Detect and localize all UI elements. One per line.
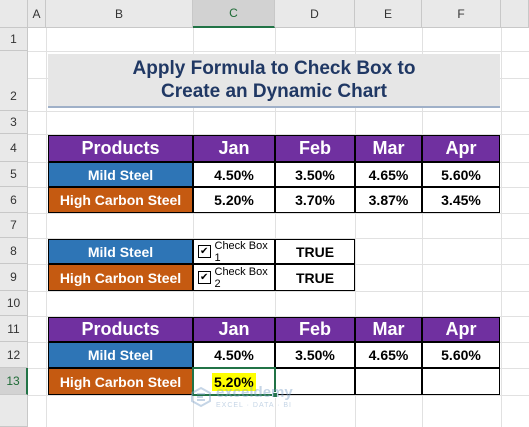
row-label-mild-steel[interactable]: Mild Steel xyxy=(48,162,193,187)
table-cell[interactable]: 4.50% xyxy=(193,162,275,187)
table-cell[interactable]: 3.50% xyxy=(275,342,355,368)
row-header-3[interactable]: 3 xyxy=(0,111,28,134)
table-cell[interactable]: 3.70% xyxy=(275,187,355,213)
table-header-jan[interactable]: Jan xyxy=(193,135,275,162)
select-all-corner[interactable] xyxy=(0,0,28,28)
row-header-1[interactable]: 1 xyxy=(0,28,28,51)
title-line-2: Create an Dynamic Chart xyxy=(161,81,387,102)
table-cell[interactable]: 5.60% xyxy=(422,342,500,368)
row-header-12[interactable]: 12 xyxy=(0,342,28,368)
row-header-7[interactable]: 7 xyxy=(0,213,28,238)
row-label-high-carbon-steel[interactable]: High Carbon Steel xyxy=(48,187,193,213)
table-cell[interactable]: 3.87% xyxy=(355,187,422,213)
table-header-products[interactable]: Products xyxy=(48,135,193,162)
row-header-13[interactable]: 13 xyxy=(0,368,28,395)
column-header-d[interactable]: D xyxy=(275,0,355,28)
linked-cell-value[interactable]: TRUE xyxy=(275,264,355,291)
table-header-mar[interactable]: Mar xyxy=(355,317,422,342)
watermark: exceldemy EXCEL · DATA · BI xyxy=(190,380,370,414)
column-header-e[interactable]: E xyxy=(355,0,422,28)
sheet-title[interactable]: Apply Formula to Check Box to Create an … xyxy=(48,54,500,108)
watermark-name: exceldemy xyxy=(216,384,293,401)
table-header-mar[interactable]: Mar xyxy=(355,135,422,162)
row-header-2[interactable]: 2 xyxy=(0,51,28,111)
table-header-products[interactable]: Products xyxy=(48,317,193,342)
column-header-c[interactable]: C xyxy=(193,0,275,28)
table-cell[interactable]: 4.50% xyxy=(193,342,275,368)
table-header-apr[interactable]: Apr xyxy=(422,135,500,162)
checkbox-row-label-mild-steel[interactable]: Mild Steel xyxy=(48,239,193,264)
table-cell[interactable]: 4.65% xyxy=(355,342,422,368)
check-box-2-caption: Check Box 2 xyxy=(214,265,268,290)
row-header-8[interactable]: 8 xyxy=(0,238,28,264)
row-header-4[interactable]: 4 xyxy=(0,134,28,162)
row-header-10[interactable]: 10 xyxy=(0,291,28,316)
row-label-high-carbon-steel[interactable]: High Carbon Steel xyxy=(48,368,193,395)
table-cell[interactable]: 5.20% xyxy=(193,187,275,213)
table-cell[interactable]: 4.65% xyxy=(355,162,422,187)
column-header-blank xyxy=(501,0,529,28)
watermark-tagline: EXCEL · DATA · BI xyxy=(216,402,292,409)
row-header-5[interactable]: 5 xyxy=(0,162,28,187)
table-cell[interactable]: 3.45% xyxy=(422,187,500,213)
row-header-14 xyxy=(0,395,28,427)
column-header-a[interactable]: A xyxy=(28,0,46,28)
row-label-mild-steel[interactable]: Mild Steel xyxy=(48,342,193,368)
column-header-f[interactable]: F xyxy=(422,0,501,28)
row-header-6[interactable]: 6 xyxy=(0,187,28,213)
title-line-1: Apply Formula to Check Box to xyxy=(132,58,416,79)
row-header-11[interactable]: 11 xyxy=(0,316,28,342)
row-header-9[interactable]: 9 xyxy=(0,264,28,291)
exceldemy-logo-icon xyxy=(191,386,211,408)
table-header-feb[interactable]: Feb xyxy=(275,317,355,342)
checkbox-checked-icon[interactable]: ✔ xyxy=(198,245,211,258)
checkbox-checked-icon[interactable]: ✔ xyxy=(198,271,211,284)
linked-cell-value[interactable]: TRUE xyxy=(275,239,355,264)
table-cell[interactable]: 3.50% xyxy=(275,162,355,187)
table-header-apr[interactable]: Apr xyxy=(422,317,500,342)
check-box-1[interactable]: ✔ Check Box 1 xyxy=(193,239,275,264)
table-header-jan[interactable]: Jan xyxy=(193,317,275,342)
table-cell[interactable]: 5.60% xyxy=(422,162,500,187)
table-header-feb[interactable]: Feb xyxy=(275,135,355,162)
column-header-b[interactable]: B xyxy=(46,0,193,28)
table-cell[interactable] xyxy=(422,368,500,395)
checkbox-row-label-high-carbon-steel[interactable]: High Carbon Steel xyxy=(48,264,193,291)
check-box-1-caption: Check Box 1 xyxy=(214,239,268,264)
check-box-2[interactable]: ✔ Check Box 2 xyxy=(193,264,275,291)
